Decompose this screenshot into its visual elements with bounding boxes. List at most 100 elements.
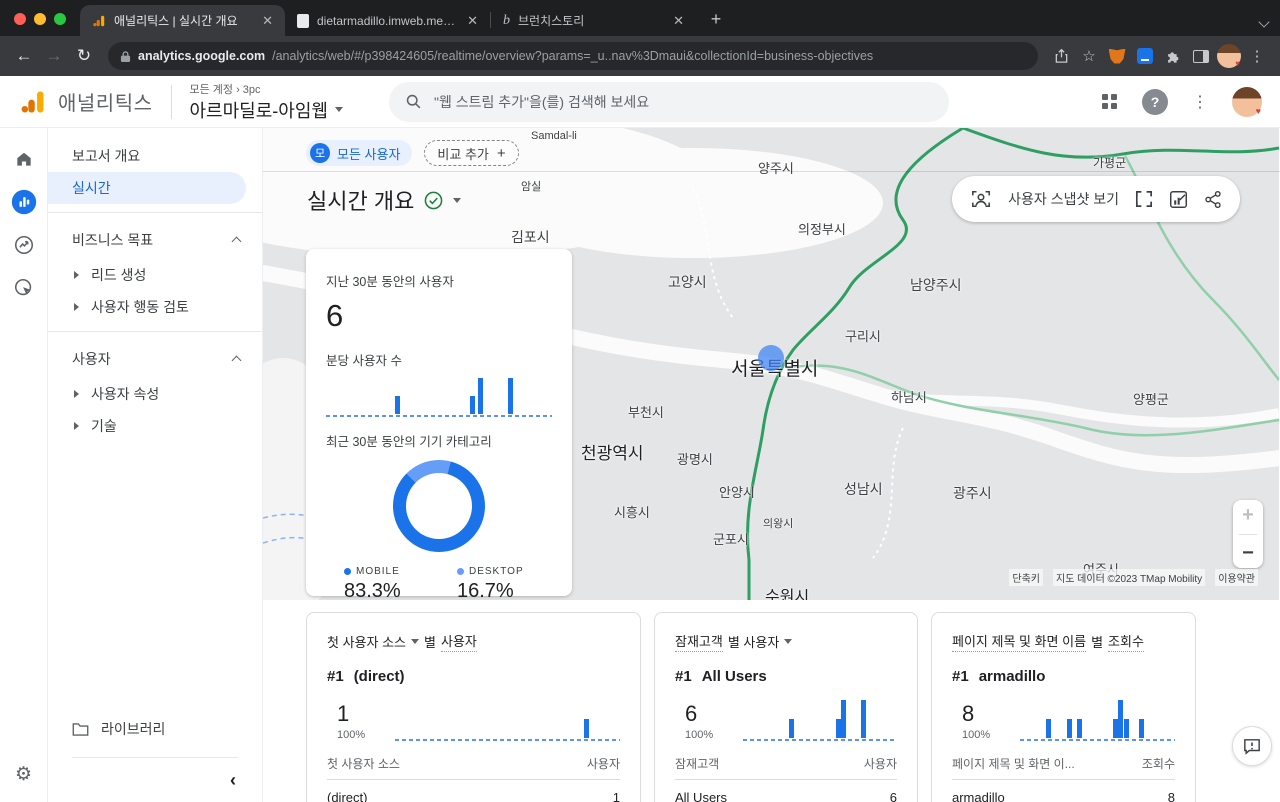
card-top-entry: #1 armadillo	[952, 668, 1175, 685]
metric-column-header[interactable]: 조회수	[1142, 755, 1175, 772]
table-row[interactable]: All Users 6	[675, 790, 897, 802]
sparkline-chart	[395, 695, 620, 741]
rank-label: #1	[675, 668, 692, 685]
legend-dot	[344, 568, 351, 575]
dimension-column-header[interactable]: 첫 사용자 소스	[327, 755, 400, 772]
browser-tab[interactable]: 애널리틱스 | 실시간 개요 ✕	[80, 5, 285, 36]
item-label: 사용자 속성	[91, 386, 160, 402]
section-label: 사용자	[72, 351, 111, 367]
metric-column-header[interactable]: 사용자	[864, 755, 897, 772]
map-shortcuts-link[interactable]: 단축키	[1009, 569, 1043, 586]
home-icon[interactable]	[11, 146, 37, 172]
tab-close-icon[interactable]: ✕	[669, 13, 688, 29]
feedback-icon	[1244, 738, 1260, 755]
report-cards-row: 첫 사용자 소스 별 사용자 #1 (direct) 1 100% 첫 사용자 …	[306, 612, 1196, 802]
new-tab-button[interactable]: +	[702, 5, 730, 33]
search-input[interactable]: "웹 스트림 추가"을(를) 검색해 보세요	[388, 81, 949, 122]
reload-button[interactable]: ↻	[70, 42, 98, 70]
apps-grid-icon[interactable]	[1102, 93, 1118, 110]
data-quality-check-icon[interactable]	[424, 191, 443, 210]
explore-icon[interactable]	[11, 232, 37, 258]
url-bar[interactable]: analytics.google.com /analytics/web/#/p3…	[108, 42, 1038, 70]
sidebar-item-보고서 개요[interactable]: 보고서 개요	[48, 140, 262, 172]
rank-label: #1	[952, 668, 969, 685]
metric-column-header[interactable]: 사용자	[587, 755, 620, 772]
feedback-button[interactable]	[1232, 726, 1272, 766]
card-title[interactable]: 첫 사용자 소스 별 사용자	[327, 631, 620, 652]
browser-tab[interactable]: b 브런치스토리 ✕	[491, 5, 696, 36]
bookmark-star-icon[interactable]: ☆	[1076, 43, 1102, 69]
tab-close-icon[interactable]: ✕	[258, 13, 277, 29]
table-row[interactable]: armadillo 8	[952, 790, 1175, 802]
dimension-column-header[interactable]: 페이지 제목 및 화면 이...	[952, 755, 1075, 772]
account-breadcrumb[interactable]: 모든 계정 › 3pc	[190, 81, 343, 97]
sidebar-section-비즈니스 목표[interactable]: 비즈니스 목표	[48, 221, 262, 259]
title-chevron-down-icon[interactable]	[453, 197, 462, 203]
fullscreen-icon[interactable]	[1135, 190, 1153, 208]
map-zoom-controls: + −	[1233, 500, 1263, 568]
reports-icon[interactable]	[11, 189, 37, 215]
metric-percent: 100%	[337, 729, 366, 741]
property-selector[interactable]: 아르마딜로-아임웹	[190, 97, 343, 123]
all-users-chip[interactable]: 모 모든 사용자	[306, 140, 413, 166]
browser-tab[interactable]: dietarmadillo.imweb.me/admin ✕	[285, 5, 490, 36]
map-city-label: 고양시	[668, 274, 707, 290]
sidebar-item-사용자 행동 검토[interactable]: 사용자 행동 검토	[48, 291, 262, 323]
legend-percent: 16.7%	[457, 580, 514, 602]
back-button[interactable]: ←	[10, 42, 38, 70]
sidebar-section-사용자[interactable]: 사용자	[48, 340, 262, 378]
map-city-label: 구리시	[845, 329, 881, 344]
tab-strip: 애널리틱스 | 실시간 개요✕dietarmadillo.imweb.me/ad…	[0, 0, 1280, 36]
customize-report-icon[interactable]	[1169, 190, 1188, 209]
sidebar-item-실시간[interactable]: 실시간	[48, 172, 246, 204]
share-icon[interactable]	[1204, 190, 1222, 209]
user-snapshot-icon[interactable]	[970, 189, 992, 209]
device-category-label: 최근 30분 동안의 기기 카테고리	[326, 435, 492, 449]
user-snapshot-label[interactable]: 사용자 스냅샷 보기	[1008, 189, 1119, 209]
forward-button[interactable]: →	[40, 42, 68, 70]
minimize-window-button[interactable]	[34, 13, 46, 25]
legend-label: MOBILE	[356, 566, 400, 577]
sidebar-item-리드 생성[interactable]: 리드 생성	[48, 259, 262, 291]
dimension-column-header[interactable]: 잠재고객	[675, 755, 719, 772]
metamask-extension-icon[interactable]	[1104, 43, 1130, 69]
sidebar-item-library[interactable]: 라이브러리	[48, 711, 262, 747]
table-header: 페이지 제목 및 화면 이... 조회수	[952, 755, 1175, 780]
chevron-down-icon	[334, 107, 343, 112]
users-per-minute-chart	[326, 373, 552, 417]
device-legend: MOBILE 83.3% DESKTOP 16.7%	[326, 566, 552, 603]
help-icon[interactable]: ?	[1142, 88, 1168, 115]
browser-menu-icon[interactable]: ⋮	[1244, 43, 1270, 69]
extensions-puzzle-icon[interactable]	[1160, 43, 1186, 69]
tab-search-chevron-icon[interactable]	[1258, 16, 1270, 28]
share-page-icon[interactable]	[1048, 43, 1074, 69]
device-category-donut-chart	[393, 460, 485, 552]
zoom-divider	[1239, 533, 1257, 535]
zoom-out-button[interactable]: −	[1242, 542, 1254, 565]
card-title[interactable]: 잠재고객 별 사용자	[675, 631, 897, 652]
admin-gear-icon[interactable]: ⚙	[15, 763, 32, 786]
zoom-in-button[interactable]: +	[1242, 504, 1254, 527]
side-panel-icon[interactable]	[1188, 43, 1214, 69]
browser-window: 애널리틱스 | 실시간 개요✕dietarmadillo.imweb.me/ad…	[0, 0, 1280, 802]
card-title[interactable]: 페이지 제목 및 화면 이름 별 조회수	[952, 631, 1175, 652]
maximize-window-button[interactable]	[54, 13, 66, 25]
active-users-map-marker[interactable]	[758, 345, 784, 371]
table-row[interactable]: (direct) 1	[327, 790, 620, 802]
close-window-button[interactable]	[14, 13, 26, 25]
item-label: 기술	[91, 418, 117, 434]
profile-avatar[interactable]	[1216, 43, 1242, 69]
tab-close-icon[interactable]: ✕	[463, 13, 482, 29]
map-terms-link[interactable]: 이용약관	[1215, 569, 1258, 586]
analytics-logo-icon[interactable]	[18, 88, 48, 116]
more-options-icon[interactable]: ⋮	[1192, 92, 1208, 112]
plus-icon: +	[496, 144, 506, 162]
add-comparison-chip[interactable]: 비교 추가 +	[424, 140, 519, 166]
account-avatar[interactable]	[1232, 86, 1262, 117]
blue-extension-icon[interactable]	[1132, 43, 1158, 69]
sidebar-item-사용자 속성[interactable]: 사용자 속성	[48, 378, 262, 410]
chip-badge: 모	[310, 143, 330, 163]
collapse-sidebar-button[interactable]: ‹	[48, 758, 262, 802]
advertising-icon[interactable]	[11, 275, 37, 301]
sidebar-item-기술[interactable]: 기술	[48, 410, 262, 442]
